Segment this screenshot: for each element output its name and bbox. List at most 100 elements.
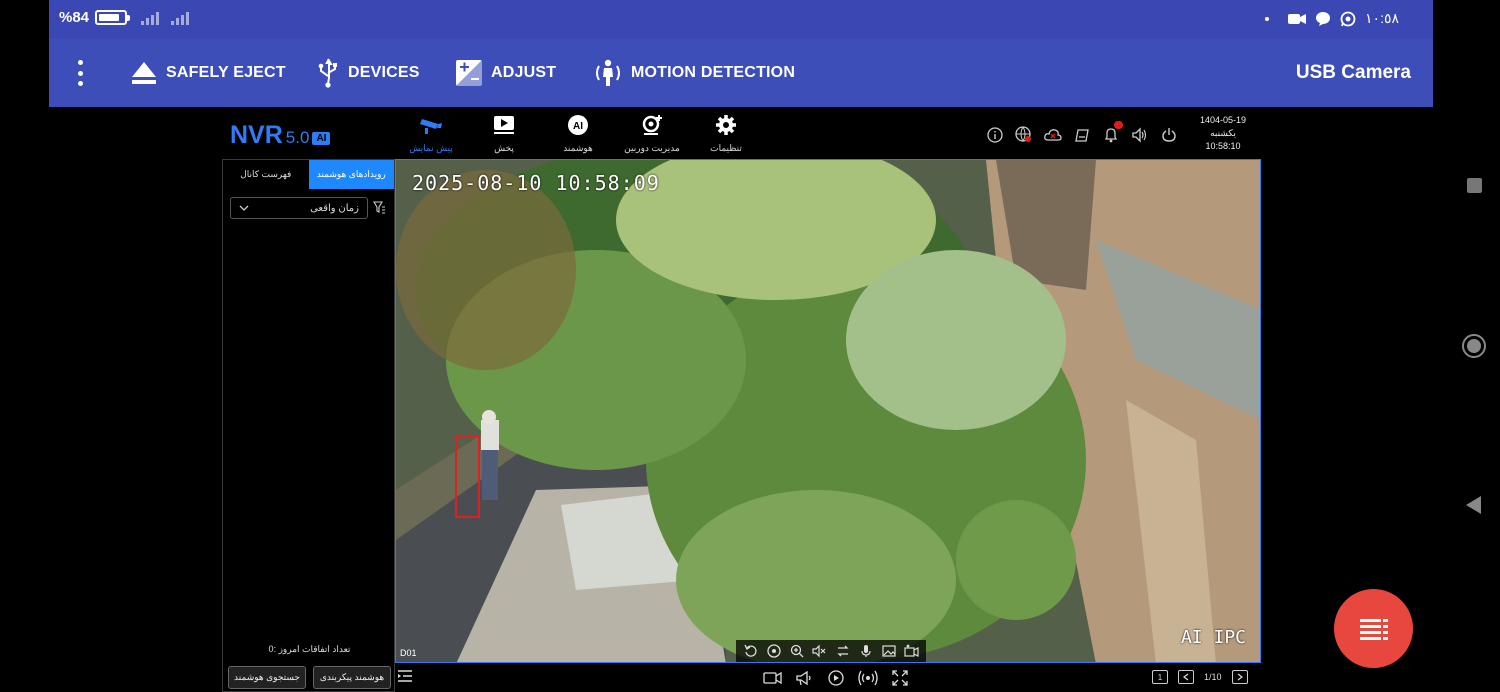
today-events-count: 0تعداد اتفاقات امروز : [223,644,396,655]
sequence-icon[interactable] [826,669,846,687]
filter-icon[interactable] [373,201,386,219]
weekday-text: یکشنبه [1210,128,1236,138]
list-menu-icon [1359,618,1388,640]
logo-badge: AI [312,132,331,145]
battery-icon [95,10,131,25]
layout-pager: 1 1/10 [1152,670,1248,684]
tab-settings-label: تنظیمات [710,143,742,153]
prev-page-button[interactable] [1178,670,1194,684]
record-icon[interactable] [903,643,920,660]
video-call-icon [1288,13,1307,24]
usb-icon [318,58,337,88]
tab-playback-label: پخش [494,143,514,153]
status-left: %84 [59,9,190,26]
devices-button[interactable]: DEVICES [316,56,420,90]
smart-search-button[interactable]: جستجوی هوشمند [228,666,306,689]
devices-label: DEVICES [348,64,420,81]
fullscreen-icon[interactable] [890,669,910,687]
logo-text: NVR [230,121,283,149]
battery-fill [99,14,120,21]
ptz-icon[interactable] [765,643,782,660]
tab-camera-management-label: مدیریت دوربین [624,143,680,153]
power-icon[interactable] [1159,125,1178,144]
fab-menu-button[interactable] [1334,589,1413,668]
tab-camera-management[interactable]: مدیریت دوربین [620,112,684,154]
alarm-badge [1114,121,1123,129]
storage-icon[interactable] [1072,125,1091,144]
status-right: ١٠:٥٨ [1265,10,1399,27]
adjust-button[interactable]: ADJUST [455,56,556,90]
broadcast-icon[interactable] [794,669,814,687]
chevron-down-icon [239,205,249,211]
notification-dot-icon [1265,16,1270,21]
nvr-screen: NVR 5.0 AI پیش نمایش پخش AI هوشمند مدیریت … [222,107,1262,692]
video-control-bar [736,640,926,662]
camera-icon [420,119,442,134]
person-detection-box [455,435,480,518]
tab-channel-list[interactable]: فهرست کانال [223,159,309,189]
toolbar-title: USB Camera [1295,62,1411,83]
wireless-icon[interactable] [858,669,878,687]
motion-icon [596,59,620,86]
snapshot-icon[interactable] [880,643,897,660]
volume-icon[interactable] [1130,125,1149,144]
tab-ai-label: هوشمند [563,143,593,153]
record-all-icon[interactable] [762,669,782,687]
camera-watermark: AI IPC [1180,627,1246,648]
eject-icon [132,62,156,84]
back-button[interactable] [1466,496,1481,514]
clock: ١٠:٥٨ [1365,10,1399,26]
page-indicator: 1/10 [1204,672,1222,682]
tab-smart-events[interactable]: رویدادهای هوشمند [308,159,394,189]
status-bar: %84 ١٠:٥٨ [49,0,1433,38]
safely-eject-label: SAFELY EJECT [166,64,286,81]
mode-select[interactable]: زمان واقعی [230,197,368,219]
motion-detection-label: MOTION DETECTION [631,64,796,81]
chevron-right-icon [1237,673,1243,681]
next-page-button[interactable] [1231,670,1248,684]
date-text: 1404-05-19 [1199,115,1247,125]
camera-feed-image [396,160,1260,662]
recents-button[interactable] [1467,178,1482,193]
overflow-menu-icon[interactable] [73,60,87,86]
zoom-in-icon[interactable] [788,643,805,660]
gear-icon [716,115,736,135]
cloud-icon[interactable] [1043,125,1062,144]
live-video-view[interactable]: 2025-08-10 10:58:09 AI IPC D01 [395,159,1261,663]
tab-playback[interactable]: پخش [472,112,536,154]
chevron-left-icon [1183,673,1189,681]
battery-percent: %84 [59,9,90,26]
logo-version: 5.0 [285,128,310,147]
stream-switch-icon[interactable] [834,643,851,660]
bottom-controls [762,669,910,687]
motion-detection-button[interactable]: MOTION DETECTION [593,56,795,90]
panel-toggle-icon[interactable] [397,669,413,688]
signal-icon [141,11,160,25]
safely-eject-button[interactable]: SAFELY EJECT [130,56,286,90]
instant-replay-icon[interactable] [742,643,759,660]
home-button[interactable] [1462,334,1486,358]
channel-label: D01 [400,648,417,658]
camera-timestamp: 2025-08-10 10:58:09 [412,171,660,195]
tab-ai[interactable]: AI هوشمند [546,112,610,154]
tab-preview[interactable]: پیش نمایش [399,112,463,154]
events-panel: فهرست کانال رویدادهای هوشمند زمان واقعی … [222,159,395,692]
network-icon[interactable] [1014,125,1033,144]
mute-icon[interactable] [811,643,828,660]
datetime-display: 1404-05-19 یکشنبه 10:58:10 [1192,114,1254,153]
chat-icon [1316,11,1331,26]
whatsapp-icon [1340,11,1356,26]
tab-settings[interactable]: تنظیمات [694,112,758,154]
info-icon[interactable] [985,125,1004,144]
signal-icon-2 [171,11,190,25]
adjust-icon [456,60,482,86]
panel-tabs: فهرست کانال رویدادهای هوشمند [223,159,394,189]
tab-preview-label: پیش نمایش [409,143,453,153]
header-icons [985,121,1178,144]
time-text: 10:58:10 [1205,141,1241,151]
ai-icon: AI [568,115,588,135]
layout-single-button[interactable]: 1 [1152,670,1168,684]
smart-config-button[interactable]: هوشمند پیکربندی [313,666,391,689]
alarm-bell-icon[interactable] [1101,121,1123,144]
microphone-icon[interactable] [857,643,874,660]
